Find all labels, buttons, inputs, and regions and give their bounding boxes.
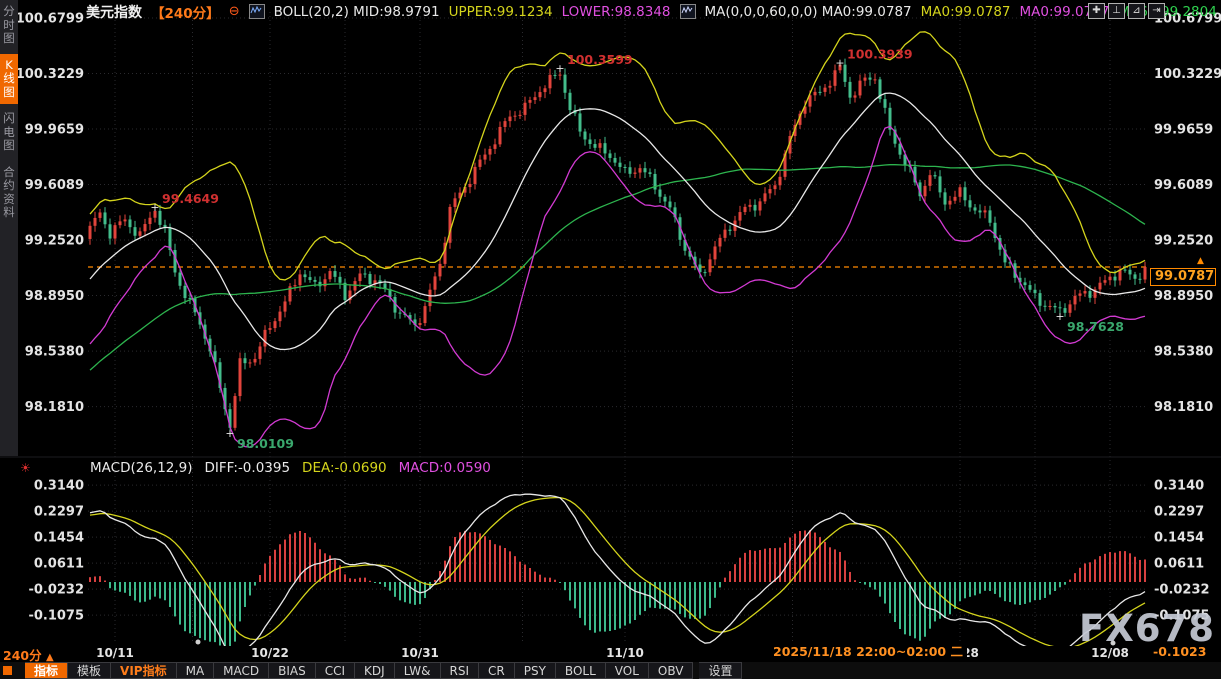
y-axis-right-label: 98.1810 [1154,400,1213,415]
macd-axis-right-label: -0.0232 [1154,583,1210,598]
price-up-arrow-icon: ▲ [1197,256,1204,266]
chart-canvas[interactable]: 100.6799100.6799100.3229100.322999.96599… [0,0,1221,662]
macd-axis-left-label: -0.0232 [28,583,84,598]
macd-dea-value: DEA:-0.0690 [302,460,387,476]
macd-axis-left-label: 0.0611 [34,557,84,572]
chart-header: 美元指数 【240分】 ⊖ BOLL(20,2) MID:98.9791 UPP… [86,3,1217,20]
macd-axis-right-label: 0.2297 [1154,505,1204,520]
y-axis-left-label: 100.3229 [16,67,84,82]
boll-upper-line [90,32,1145,280]
ma-values: MA(0,0,0,60,0,0) MA0:99.0787 [705,4,912,20]
macd-axis-right-label: 0.0611 [1154,557,1204,572]
toolbar-item-RSI[interactable]: RSI [441,662,480,679]
macd-histogram [89,530,1146,652]
extreme-marker-icon: + [1055,310,1064,323]
macd-axis-right-label: 0.3140 [1154,479,1204,494]
gridlines [88,12,1148,641]
move-tool-icon[interactable]: ✚ [1088,3,1105,19]
axis-dot-icon [196,640,201,645]
y-axis-left-label: 99.9659 [25,123,84,138]
price-annotation: 100.3599 [567,52,633,67]
x-axis-tick: 10/11 [96,646,134,660]
candles [89,59,1147,433]
x-axis-tick: 11/10 [606,646,644,660]
x-axis-tick: 10/22 [251,646,289,660]
toolbar-item-KDJ[interactable]: KDJ [355,662,395,679]
price-annotation: 99.4649 [162,191,219,206]
toolbar-item-MA[interactable]: MA [177,662,215,679]
price-annotation: 98.0109 [237,436,294,451]
y-axis-right-label: 98.8950 [1154,289,1213,304]
toolbar-item-PSY[interactable]: PSY [515,662,556,679]
extreme-marker-icon: + [150,201,159,214]
toolbar-item-设置[interactable]: 设置 [699,662,742,679]
macd-diff-line [90,494,1145,659]
sidebar-tab-3[interactable]: 合 约 资 料 [0,161,18,225]
toolbar-item-MACD[interactable]: MACD [214,662,269,679]
crosshair-date-label: 2025/11/18 22:00~02:00 二 [769,644,967,660]
extreme-marker-icon: + [835,56,844,69]
shift-right-icon[interactable]: ⇥ [1148,3,1165,19]
toolbar-item-模板[interactable]: 模板 [68,662,111,679]
toolbar-item-BIAS[interactable]: BIAS [269,662,316,679]
ma-indicator-icon[interactable] [680,4,696,19]
y-axis-left-label: 99.2520 [25,234,84,249]
y-axis-right-label: 99.2520 [1154,234,1213,249]
x-axis-tick: 10/31 [401,646,439,660]
macd-axis-left-label: 0.3140 [34,479,84,494]
axis-play-icon[interactable]: ⊿ [1128,3,1145,19]
y-axis-left-label: 98.8950 [25,289,84,304]
extreme-marker-icon: + [555,62,564,75]
y-axis-right-label: 99.9659 [1154,123,1213,138]
y-axis-right-label: 100.3229 [1154,67,1221,82]
boll-mid-line [90,93,1145,349]
indicator-toolbar: 指标模板VIP指标MAMACDBIASCCIKDJLW&RSICRPSYBOLL… [0,662,1221,679]
toolbar-item-LW&[interactable]: LW& [395,662,441,679]
price-annotation: 98.7628 [1067,319,1124,334]
y-axis-left-label: 98.1810 [25,400,84,415]
symbol-name: 美元指数 [86,2,142,22]
sidebar-tab-2[interactable]: 闪 电 图 [0,107,18,158]
macd-axis-left-label: 0.1454 [34,531,84,546]
toolbar-item-VOL[interactable]: VOL [606,662,649,679]
extreme-marker-icon: + [225,427,234,440]
boll-lower-line [90,126,1145,447]
macd-settings-icon[interactable]: ☀ [20,461,31,475]
macd-axis-left-label: -0.1075 [28,609,84,624]
toolbar-item-BOLL[interactable]: BOLL [556,662,606,679]
boll-indicator-icon[interactable] [249,4,265,19]
chart-tools: ✚ ⊥ ⊿ ⇥ [1088,3,1165,19]
boll-upper-value: UPPER:99.1234 [449,4,553,20]
sidebar: 分 时 图 K 线 图闪 电 图合 约 资 料 [0,0,18,456]
macd-axis-left-label: 0.2297 [34,505,84,520]
toolbar-item-OBV[interactable]: OBV [649,662,694,679]
toolbar-item-VIP指标[interactable]: VIP指标 [111,662,177,679]
sidebar-tab-0[interactable]: 分 时 图 [0,0,18,51]
y-axis-right-label: 99.6089 [1154,178,1213,193]
macd-macd-value: MACD:0.0590 [399,460,491,476]
toolbar-square-icon [3,666,12,675]
watermark: FX678 [1079,610,1215,647]
macd-title: MACD(26,12,9) [90,460,193,476]
toolbar-item-CCI[interactable]: CCI [316,662,355,679]
collapse-icon[interactable]: ⊖ [229,4,240,19]
ma0-yellow-value: MA0:99.0787 [921,4,1011,20]
macd-axis-right-label: 0.1454 [1154,531,1204,546]
y-axis-left-label: 98.5380 [25,345,84,360]
boll-values: BOLL(20,2) MID:98.9791 [274,4,440,20]
y-axis-left-label: 99.6089 [25,178,84,193]
toolbar-item-CR[interactable]: CR [479,662,515,679]
macd-header: MACD(26,12,9) DIFF:-0.0395 DEA:-0.0690 M… [90,460,491,476]
macd-dea-line [90,498,1145,648]
price-annotation: 100.3939 [847,46,913,61]
macd-diff-value: DIFF:-0.0395 [205,460,291,476]
toolbar-item-指标[interactable]: 指标 [25,662,68,679]
y-axis-right-label: 98.5380 [1154,345,1213,360]
period-badge: 【240分】 [151,2,220,22]
boll-lower-value: LOWER:98.8348 [562,4,671,20]
y-axis-left-label: 100.6799 [16,12,84,27]
sidebar-tab-1[interactable]: K 线 图 [0,54,18,105]
axis-scale-icon[interactable]: ⊥ [1108,3,1125,19]
current-price-tag: 99.0787 [1150,268,1216,286]
